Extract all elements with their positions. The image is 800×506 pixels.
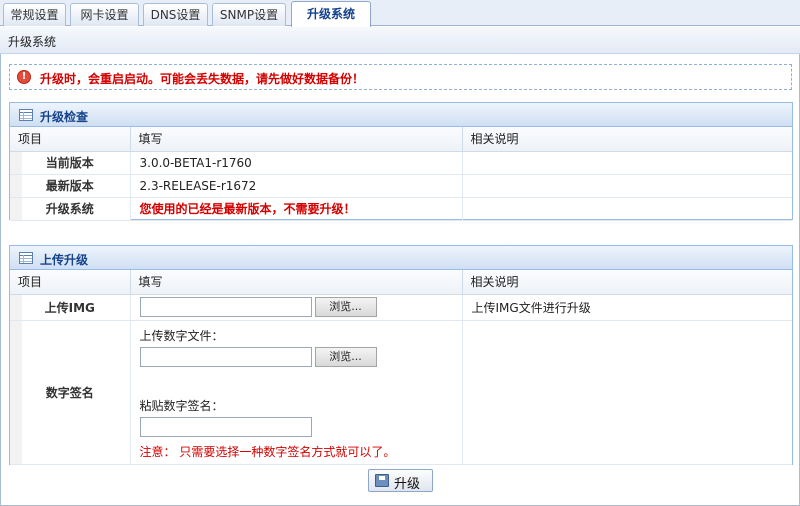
table-row: 上传IMG 浏览... 上传IMG文件进行升级 (10, 294, 792, 321)
upgrade-status-desc (462, 197, 792, 221)
tab-bar: 常规设置 网卡设置 DNS设置 SNMP设置 升级系统 (0, 0, 800, 27)
table-row: 最新版本 2.3-RELEASE-r1672 (10, 174, 792, 198)
table-row: 当前版本 3.0.0-BETA1-r1760 (10, 151, 792, 175)
current-version-desc (462, 151, 792, 175)
upgrade-status-value: 您使用的已经是最新版本，不需要升级！ (130, 197, 463, 221)
page-header: 升级系统 (0, 27, 800, 54)
tab-snmp-settings[interactable]: SNMP设置 (212, 3, 286, 26)
digital-signature-desc (462, 320, 792, 465)
column-header-desc: 相关说明 (462, 270, 792, 295)
tab-dns-settings[interactable]: DNS设置 (143, 3, 208, 26)
upload-upgrade-panel: 上传升级 项目 填写 相关说明 上传IMG 浏览... 上传IMG文件进行升级 … (9, 245, 793, 465)
table-row: 数字签名 上传数字文件： 浏览... 粘贴数字签名： 注意： 只需要选择一种数字… (10, 320, 792, 465)
table-icon (19, 252, 33, 264)
current-version-label: 当前版本 (10, 151, 131, 175)
signature-paste-label: 粘贴数字签名： (139, 398, 224, 413)
signature-browse-button[interactable]: 浏览... (314, 346, 377, 367)
column-header-desc: 相关说明 (462, 127, 792, 152)
img-file-input[interactable] (139, 297, 312, 317)
column-header-item: 项目 (10, 127, 131, 152)
upload-img-label: 上传IMG (10, 294, 131, 321)
column-header-fill: 填写 (130, 270, 463, 295)
save-icon (375, 474, 389, 487)
table-icon (19, 109, 33, 121)
column-header-item: 项目 (10, 270, 131, 295)
panel-header: 上传升级 (10, 246, 792, 270)
upgrade-check-table: 项目 填写 相关说明 当前版本 3.0.0-BETA1-r1760 最新版本 2… (10, 127, 792, 221)
signature-paste-input[interactable] (139, 416, 312, 437)
panel-title: 升级检查 (40, 110, 89, 124)
signature-file-label: 上传数字文件： (139, 328, 224, 343)
warning-banner: ! 升级时，会重启启动。可能会丢失数据，请先做好数据备份！ (9, 64, 792, 90)
signature-file-input[interactable] (139, 346, 312, 367)
latest-version-desc (462, 174, 792, 198)
latest-version-label: 最新版本 (10, 174, 131, 198)
warning-text: 升级时，会重启启动。可能会丢失数据，请先做好数据备份！ (40, 72, 365, 86)
current-version-value: 3.0.0-BETA1-r1760 (130, 151, 463, 175)
digital-signature-label: 数字签名 (10, 320, 131, 465)
signature-note: 注意： 只需要选择一种数字签名方式就可以了。 (139, 444, 396, 459)
table-row: 升级系统 您使用的已经是最新版本，不需要升级！ (10, 197, 792, 221)
column-header-fill: 填写 (130, 127, 463, 152)
panel-title: 上传升级 (40, 253, 89, 267)
upgrade-status-label: 升级系统 (10, 197, 131, 221)
page-title: 升级系统 (8, 35, 57, 49)
tab-general-settings[interactable]: 常规设置 (3, 3, 66, 26)
latest-version-value: 2.3-RELEASE-r1672 (130, 174, 463, 198)
img-browse-button[interactable]: 浏览... (314, 297, 377, 317)
upload-upgrade-table: 项目 填写 相关说明 上传IMG 浏览... 上传IMG文件进行升级 数字签名 … (10, 270, 792, 465)
upgrade-button[interactable]: 升级 (368, 469, 433, 492)
upgrade-button-label: 升级 (394, 477, 421, 492)
panel-header: 升级检查 (10, 103, 792, 127)
upload-img-cell: 浏览... (130, 294, 463, 321)
tab-nic-settings[interactable]: 网卡设置 (70, 3, 139, 26)
upgrade-check-panel: 升级检查 项目 填写 相关说明 当前版本 3.0.0-BETA1-r1760 最… (9, 102, 793, 221)
tab-upgrade-system[interactable]: 升级系统 (291, 1, 371, 27)
exclamation-icon: ! (17, 70, 31, 84)
upload-img-desc: 上传IMG文件进行升级 (462, 294, 792, 321)
digital-signature-cell: 上传数字文件： 浏览... 粘贴数字签名： 注意： 只需要选择一种数字签名方式就… (130, 320, 463, 465)
